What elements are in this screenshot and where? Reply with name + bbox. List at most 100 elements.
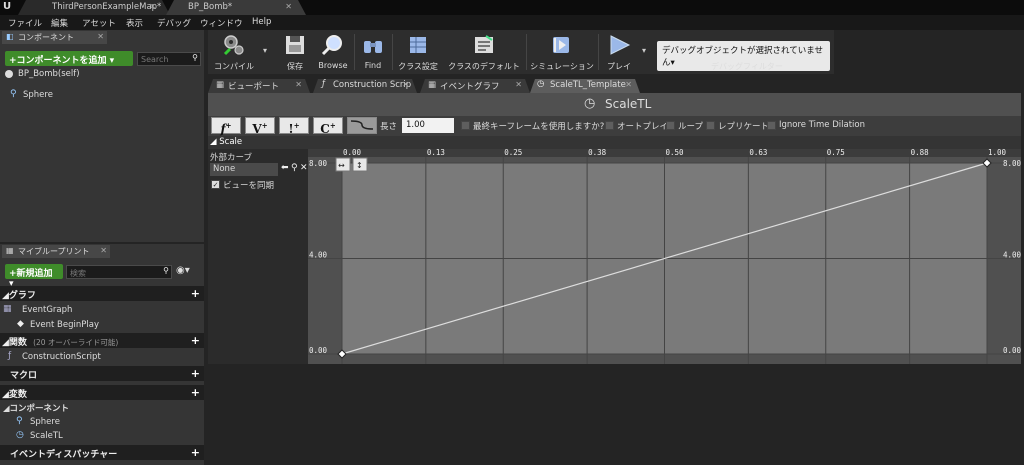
class-settings-label: クラス設定 (398, 62, 438, 71)
tree-event-graph[interactable]: EventGraph (22, 305, 72, 315)
y-tick-label-right: 0.00 (1003, 346, 1021, 355)
x-tick-label: 0.38 (588, 149, 607, 157)
use-last-keyframe-checkbox[interactable] (461, 121, 470, 130)
compile-options-chevron-icon[interactable]: ▾ (263, 46, 267, 55)
menu-file[interactable]: ファイル (8, 17, 42, 29)
timeline-toolbar: f+ V+ !+ C+ 長さ 1.00 最終キーフレームを使用しますか? オート… (208, 116, 1021, 136)
external-curve-button[interactable] (347, 117, 377, 134)
class-settings-button[interactable]: クラス設定 (396, 30, 440, 74)
tab-event-graph[interactable]: ▦ イベントグラフ ✕ (420, 79, 530, 93)
graph-icon: ▦ (428, 80, 437, 90)
section-macros[interactable]: マクロ + (0, 366, 204, 381)
close-icon[interactable]: ✕ (515, 80, 522, 89)
menu-asset[interactable]: アセット (82, 17, 116, 29)
function-icon: ƒ (322, 79, 325, 89)
compile-button[interactable]: コンパイル (210, 30, 258, 74)
add-new-button[interactable]: +新規追加 ▾ (5, 264, 63, 289)
find-button[interactable]: Find (358, 30, 388, 74)
menu-view[interactable]: 表示 (126, 17, 143, 29)
tab-my-blueprint[interactable]: ▦ マイブループリント ✕ (2, 245, 110, 258)
curve-graph[interactable]: 0.00 0.13 0.25 0.38 0.50 0.63 0.75 0.88 1.00 0.00… (308, 149, 1021, 364)
play-button[interactable]: プレイ (602, 30, 636, 74)
menu-debug[interactable]: デバッグ (157, 17, 191, 29)
sync-view-checkbox[interactable]: ✓ (211, 180, 220, 189)
eye-icon[interactable]: ◉▾ (176, 265, 190, 276)
close-icon[interactable]: ✕ (295, 80, 302, 89)
tab-viewport[interactable]: ▦ ビューポート ✕ (208, 79, 310, 93)
menu-help[interactable]: Help (252, 17, 271, 27)
track-properties: 外部カーブ None ⬅ ⚲ ✕ ✓ ビューを同期 (208, 149, 308, 364)
browse-search-icon[interactable]: ⚲ (291, 163, 298, 173)
play-options-chevron-icon[interactable]: ▾ (642, 46, 646, 55)
tree-var-sphere[interactable]: Sphere (30, 417, 60, 427)
loop-checkbox[interactable] (666, 121, 675, 130)
track-header[interactable]: ◢ Scale (208, 136, 1021, 149)
x-tick-label: 0.13 (427, 149, 445, 157)
tree-var-scaletl[interactable]: ScaleTL (30, 431, 63, 441)
section-graphs-label: グラフ (8, 291, 36, 301)
clear-x-icon[interactable]: ✕ (300, 163, 308, 173)
browse-magnifier-icon (321, 35, 342, 56)
tab-scaletl-template[interactable]: ◷ ScaleTL_Template ✕ (530, 79, 640, 93)
blueprint-search-input[interactable]: 検索 ⚲ (66, 265, 172, 279)
close-icon[interactable]: ✕ (149, 2, 156, 11)
sync-view-label: ビューを同期 (223, 181, 275, 191)
doc-tab-map[interactable]: ThirdPersonExampleMap* ✕ (18, 0, 170, 15)
external-curve-field[interactable]: None (210, 163, 278, 176)
browse-button[interactable]: Browse (315, 30, 351, 74)
tree-construction-script[interactable]: ConstructionScript (22, 352, 101, 362)
add-vector-track-button[interactable]: V+ (245, 117, 275, 136)
save-button[interactable]: 保存 (280, 30, 310, 74)
menu-window[interactable]: ウィンドウ (200, 17, 243, 29)
close-icon[interactable]: ✕ (625, 80, 632, 89)
simulation-icon (553, 37, 569, 53)
close-icon[interactable]: ✕ (97, 32, 104, 41)
replicate-label: レプリケート (718, 122, 770, 132)
add-event-track-button[interactable]: !+ (279, 117, 309, 136)
add-graph-icon[interactable]: + (191, 287, 200, 300)
section-graphs[interactable]: ◢グラフ + (0, 286, 204, 301)
autoplay-label: オートプレイ (617, 122, 669, 132)
add-float-track-button[interactable]: f+ (211, 117, 241, 136)
section-variables[interactable]: ◢変数 + (0, 385, 204, 400)
add-variable-icon[interactable]: + (191, 386, 200, 399)
tab-event-graph-label: イベントグラフ (440, 82, 500, 92)
compile-label: コンパイル (214, 62, 254, 71)
components-icon: ◧ (6, 32, 14, 41)
components-group[interactable]: ◢コンポーネント (3, 402, 69, 414)
simulation-button[interactable]: シミュレーション (530, 30, 594, 74)
zoom-fit-horizontal-icon: ↔ (338, 161, 345, 170)
length-input[interactable]: 1.00 (402, 118, 454, 133)
component-search-input[interactable]: Search ⚲ (137, 52, 201, 66)
add-function-icon[interactable]: + (191, 334, 200, 347)
tree-event-beginplay[interactable]: Event BeginPlay (30, 320, 99, 330)
class-defaults-button[interactable]: クラスのデフォルト (446, 30, 522, 74)
add-dispatcher-icon[interactable]: + (191, 446, 200, 459)
find-label: Find (364, 61, 382, 70)
close-icon[interactable]: ✕ (402, 80, 409, 89)
tab-components[interactable]: ◧ コンポーネント ✕ (2, 31, 107, 44)
tree-root[interactable]: BP_Bomb(self) (18, 69, 80, 79)
play-icon (610, 35, 631, 55)
ignore-time-dilation-checkbox[interactable] (767, 121, 776, 130)
my-blueprint-panel: ▦ マイブループリント ✕ +新規追加 ▾ 検索 ⚲ ◉▾ ◢グラフ + ▦ E… (0, 244, 204, 465)
section-dispatchers[interactable]: イベントディスパッチャー + (0, 445, 204, 460)
doc-tab-bp-bomb[interactable]: BP_Bomb* ✕ (166, 0, 306, 15)
add-component-button[interactable]: +コンポーネントを追加 ▾ (5, 51, 133, 66)
functions-hint: (20 オーバーライド可能) (33, 338, 119, 347)
section-macros-label: マクロ (10, 371, 38, 381)
use-last-keyframe-label: 最終キーフレームを使用しますか? (473, 122, 605, 132)
use-selected-arrow-icon[interactable]: ⬅ (281, 163, 289, 173)
add-macro-icon[interactable]: + (191, 367, 200, 380)
replicate-checkbox[interactable] (706, 121, 715, 130)
menu-edit[interactable]: 編集 (51, 17, 68, 29)
save-icon (286, 36, 304, 54)
close-icon[interactable]: ✕ (285, 2, 292, 11)
autoplay-checkbox[interactable] (605, 121, 614, 130)
unreal-logo-icon[interactable]: U (3, 1, 17, 14)
tree-sphere[interactable]: Sphere (23, 90, 53, 100)
section-functions[interactable]: ◢関数 (20 オーバーライド可能) + (0, 333, 204, 348)
add-color-track-button[interactable]: C+ (313, 117, 343, 136)
tab-construction-script[interactable]: ƒ Construction Scrip ✕ (313, 79, 417, 93)
close-icon[interactable]: ✕ (100, 246, 107, 255)
